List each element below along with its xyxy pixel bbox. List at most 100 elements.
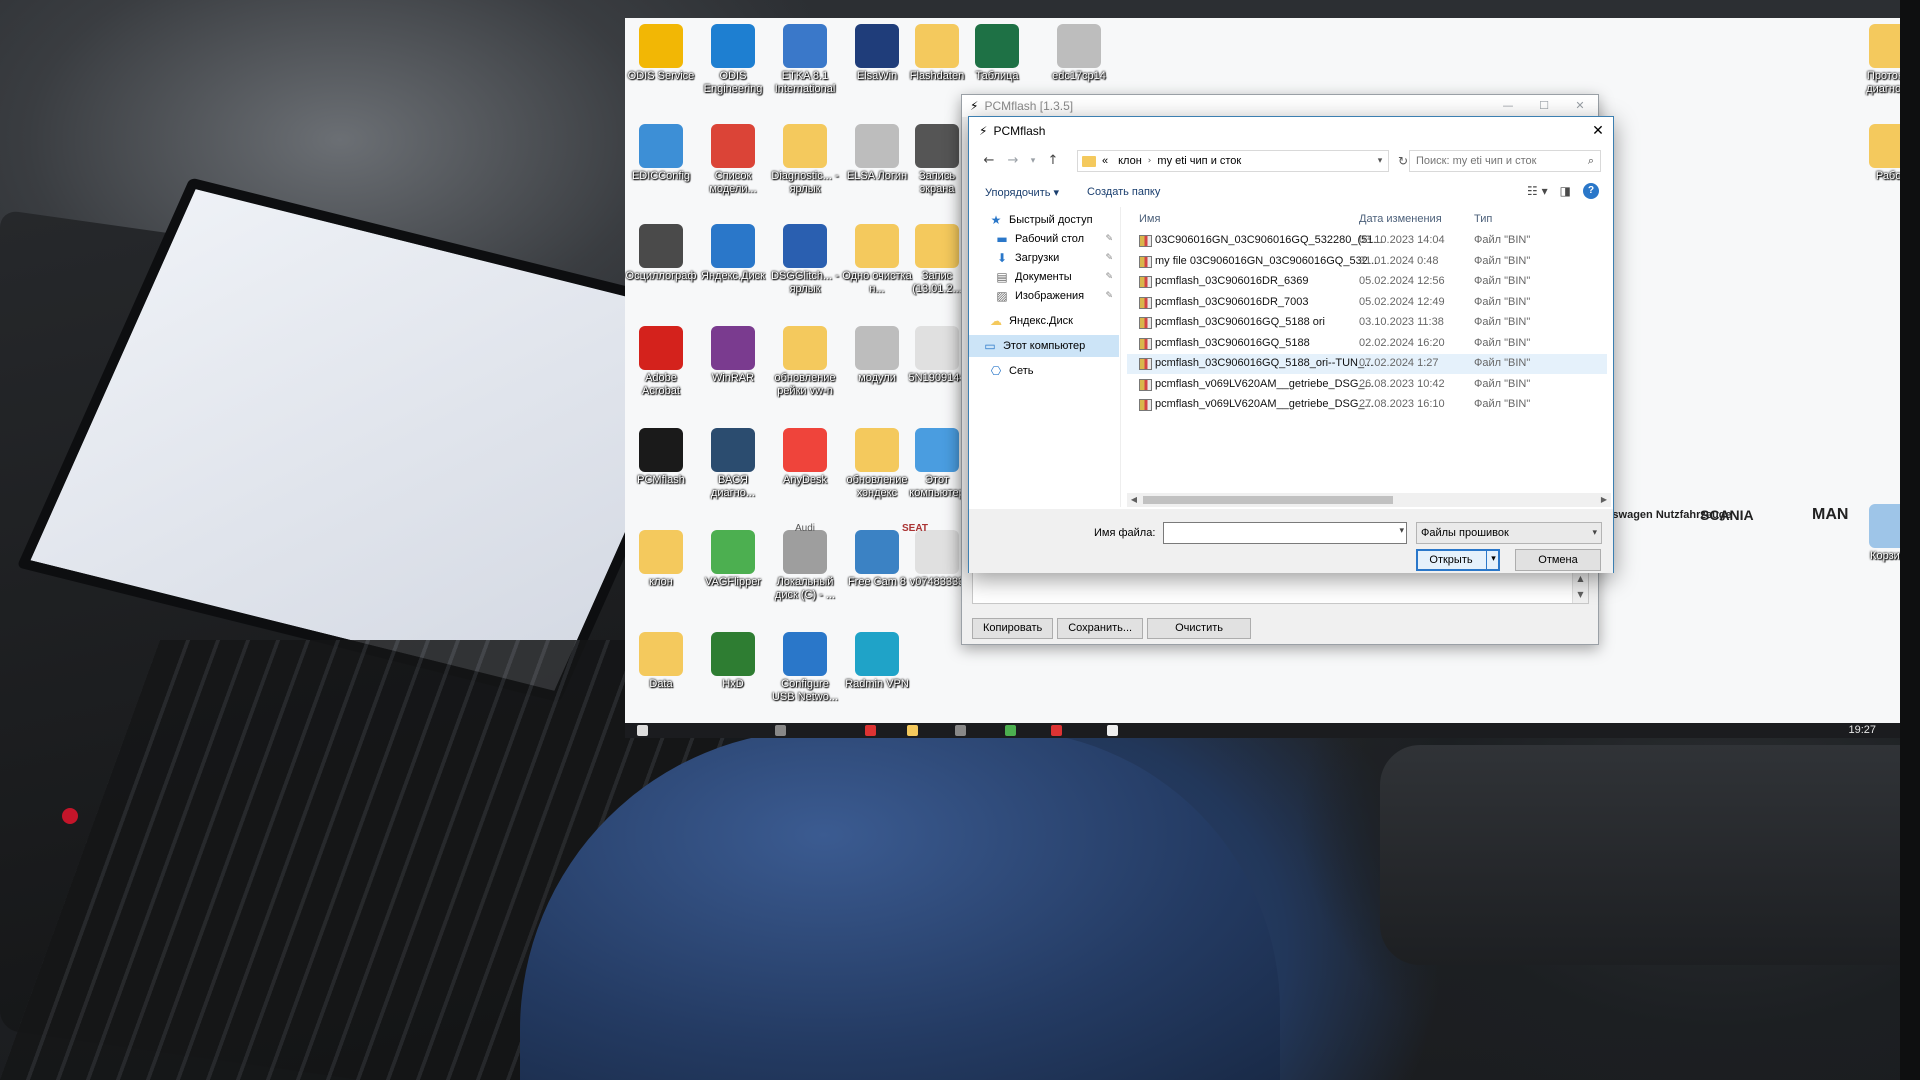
desktop-icon-item[interactable]: HxD: [697, 632, 769, 691]
open-split-dropdown-icon[interactable]: ▾: [1486, 549, 1500, 571]
save-button[interactable]: Сохранить...: [1057, 618, 1144, 639]
taskbar-app-icon[interactable]: [775, 725, 786, 736]
forward-arrow-icon[interactable]: →: [1001, 150, 1025, 172]
desktop-icon-item[interactable]: Яндекс.Диск: [697, 224, 769, 283]
horizontal-scrollbar[interactable]: ◀ ▶: [1127, 493, 1611, 507]
scroll-left-icon[interactable]: ◀: [1127, 493, 1141, 507]
nav-pane-item[interactable]: ☁ Яндекс.Диск: [969, 310, 1119, 332]
file-row[interactable]: pcmflash_03C906016GQ_5188 02.02.2024 16:2…: [1127, 334, 1607, 354]
file-row[interactable]: pcmflash_03C906016GQ_5188 ori 03.10.2023 …: [1127, 313, 1607, 333]
desktop-icon-item[interactable]: ETKA 8.1 International: [769, 24, 841, 96]
desktop-icon-item[interactable]: Работ: [1855, 124, 1900, 183]
column-header-type[interactable]: Тип: [1474, 213, 1492, 225]
recent-locations-chevron-icon[interactable]: ▾: [1025, 150, 1041, 172]
preview-pane-icon[interactable]: ◨: [1560, 184, 1571, 198]
desktop-icon-item[interactable]: Таблица: [961, 24, 1033, 83]
organize-menu-button[interactable]: Упорядочить ▾: [985, 186, 1059, 199]
view-options-icon[interactable]: ☷ ▾: [1527, 184, 1548, 198]
desktop-icon-item[interactable]: VAGFlipper: [697, 530, 769, 589]
back-arrow-icon[interactable]: ←: [977, 150, 1001, 172]
chevron-down-icon[interactable]: ▾: [1399, 526, 1404, 536]
bin-file-icon: [1139, 296, 1152, 309]
close-icon[interactable]: ✕: [1583, 117, 1613, 145]
desktop-icon-item[interactable]: ВАСЯ диагно...: [697, 428, 769, 500]
breadcrumb-item-current[interactable]: my eti чип и сток: [1157, 155, 1241, 167]
file-row[interactable]: 03C906016GN_03C906016GQ_532280_(51... 03.…: [1127, 231, 1607, 251]
search-input[interactable]: [1416, 155, 1576, 167]
nav-pane-label: Яндекс.Диск: [1009, 315, 1073, 327]
column-header-date[interactable]: Дата изменения: [1359, 213, 1442, 225]
chevron-down-icon[interactable]: ▾: [1592, 523, 1597, 543]
desktop-icon-item[interactable]: Configure USB Netwo...: [769, 632, 841, 704]
scroll-right-icon[interactable]: ▶: [1597, 493, 1611, 507]
desktop-icon-item[interactable]: EDICConfig: [625, 124, 697, 183]
desktop-icon-item[interactable]: клон: [625, 530, 697, 589]
pcmflash-titlebar[interactable]: ⚡ PCMflash [1.3.5] — ☐ ✕: [962, 95, 1598, 117]
copy-button[interactable]: Копировать: [972, 618, 1054, 639]
desktop-icon-item[interactable]: ODIS Engineering: [697, 24, 769, 96]
taskbar-app-icon[interactable]: [1005, 725, 1016, 736]
file-row[interactable]: pcmflash_v069LV620AM__getriebe_DSG_... 27…: [1127, 395, 1607, 415]
taskbar-app-icon[interactable]: [865, 725, 876, 736]
desktop-icon-label: HxD: [722, 678, 744, 690]
up-arrow-icon[interactable]: ↑: [1041, 150, 1065, 172]
desktop-icon-item[interactable]: edc17cp14: [1043, 24, 1115, 83]
desktop-icon-item[interactable]: Cписок модели...: [697, 124, 769, 196]
excel-file-icon: [975, 24, 1019, 68]
nav-pane-item[interactable]: ▨ Изображения ✎: [969, 285, 1119, 307]
taskbar-app-icon[interactable]: [955, 725, 966, 736]
start-icon[interactable]: [637, 725, 648, 736]
file-row[interactable]: pcmflash_03C906016DR_6369 05.02.2024 12:5…: [1127, 272, 1607, 292]
desktop-icon-item[interactable]: Data: [625, 632, 697, 691]
desktop-icon-item[interactable]: обновление рейки vw-n: [769, 326, 841, 398]
address-bar[interactable]: « клон › my eti чип и сток ▾: [1077, 150, 1389, 172]
filename-combobox[interactable]: ▾: [1163, 522, 1407, 544]
desktop-icon-item[interactable]: Diagnostic... - ярлык: [769, 124, 841, 196]
minimize-icon[interactable]: —: [1490, 95, 1526, 117]
desktop-icon-item[interactable]: DSGGlitch... - ярлык: [769, 224, 841, 296]
new-folder-button[interactable]: Создать папку: [1087, 186, 1160, 198]
desktop-icon-label: PCMflash: [637, 474, 685, 486]
breadcrumb-item[interactable]: клон: [1118, 155, 1142, 167]
file-row[interactable]: pcmflash_v069LV620AM__getriebe_DSG_... 26…: [1127, 375, 1607, 395]
pcmflash-log-area[interactable]: ▲ ▼: [972, 570, 1589, 604]
dialog-titlebar[interactable]: ⚡ PCMflash ✕: [969, 117, 1613, 145]
desktop-icon-item[interactable]: ODIS Service: [625, 24, 697, 83]
file-row[interactable]: my file 03C906016GN_03C906016GQ_532... 31…: [1127, 252, 1607, 272]
clear-button[interactable]: Очистить: [1147, 618, 1252, 639]
column-header-name[interactable]: Имя: [1139, 213, 1160, 225]
desktop-icon-item[interactable]: PCMflash: [625, 428, 697, 487]
cancel-button[interactable]: Отмена: [1515, 549, 1601, 571]
file-row[interactable]: pcmflash_03C906016GQ_5188_ori--TUN_... 07…: [1127, 354, 1607, 374]
desktop-icon-item[interactable]: WinRAR: [697, 326, 769, 385]
desktop-icon-item[interactable]: Adobe Acrobat: [625, 326, 697, 398]
taskbar-pcmflash-icon[interactable]: [1107, 725, 1118, 736]
filename-input[interactable]: [1164, 523, 1384, 543]
desktop-icon-item[interactable]: Осциллограф: [625, 224, 697, 283]
file-type: Файл "BIN": [1474, 316, 1531, 328]
close-icon[interactable]: ✕: [1562, 95, 1598, 117]
nav-pane-item[interactable]: ▭ Этот компьютер: [969, 335, 1119, 357]
taskbar-app-icon[interactable]: [1051, 725, 1062, 736]
maximize-icon[interactable]: ☐: [1526, 95, 1562, 117]
log-scrollbar[interactable]: ▲ ▼: [1572, 571, 1588, 603]
desktop-icon-item[interactable]: AnyDesk: [769, 428, 841, 487]
search-icon[interactable]: ⌕: [1588, 154, 1594, 168]
filetype-select[interactable]: Файлы прошивок ▾: [1416, 522, 1602, 544]
taskbar-folder-icon[interactable]: [907, 725, 918, 736]
breadcrumb-overflow[interactable]: «: [1102, 155, 1108, 167]
desktop-icon-item[interactable]: Radmin VPN: [841, 632, 913, 691]
search-box[interactable]: ⌕: [1409, 150, 1601, 172]
desktop-icon-label: Осциллограф: [625, 270, 697, 282]
scrollbar-thumb[interactable]: [1143, 496, 1393, 504]
desktop-icon-label: Протокол диагнос...: [1866, 70, 1900, 95]
desktop-icon-item[interactable]: Протокол диагнос...: [1855, 24, 1900, 96]
chevron-down-icon[interactable]: ▾: [1372, 156, 1388, 166]
winrar-icon: [711, 326, 755, 370]
desktop-icon-label: Adobe Acrobat: [642, 372, 680, 397]
desktop-icon-item[interactable]: Локальный диск (C) - ...: [769, 530, 841, 602]
nav-pane-item[interactable]: ⎔ Сеть: [969, 360, 1119, 382]
help-icon[interactable]: ?: [1583, 183, 1599, 199]
folder-icon: [915, 224, 959, 268]
file-row[interactable]: pcmflash_03C906016DR_7003 05.02.2024 12:4…: [1127, 293, 1607, 313]
